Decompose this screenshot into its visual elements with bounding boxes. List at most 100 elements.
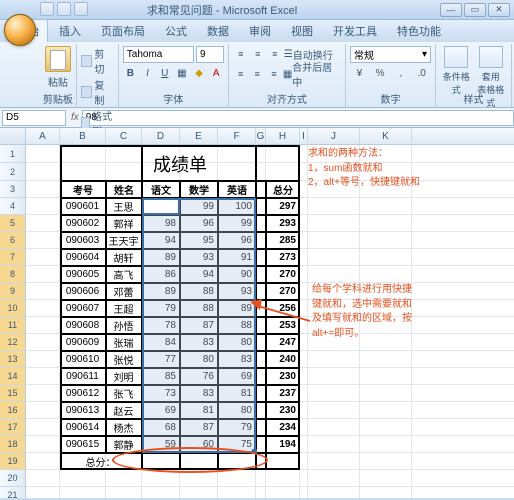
name-box[interactable]: D5 xyxy=(2,110,66,126)
table-cell[interactable]: 285 xyxy=(266,232,300,249)
table-cell[interactable]: 96 xyxy=(180,215,218,232)
font-color-button[interactable]: A xyxy=(209,65,224,81)
table-cell[interactable]: 090603 xyxy=(60,232,106,249)
number-format-select[interactable]: 常规▾ xyxy=(350,46,431,63)
row-header[interactable]: 19 xyxy=(0,453,25,470)
row-header[interactable]: 11 xyxy=(0,317,25,334)
tab-1[interactable]: 插入 xyxy=(50,19,90,42)
table-cell[interactable]: 297 xyxy=(266,198,300,215)
row-header[interactable]: 2 xyxy=(0,163,25,181)
table-cell[interactable]: 090608 xyxy=(60,317,106,334)
table-cell[interactable]: 张瑞 xyxy=(106,334,142,351)
tab-5[interactable]: 审阅 xyxy=(240,19,280,42)
inc-dec-icon[interactable]: .0 xyxy=(412,65,431,81)
table-cell[interactable]: 96 xyxy=(218,232,256,249)
qat-save-icon[interactable] xyxy=(40,2,54,16)
table-cell[interactable] xyxy=(256,317,266,334)
table-cell[interactable]: 郭静 xyxy=(106,436,142,453)
tab-3[interactable]: 公式 xyxy=(156,19,196,42)
align-right-icon[interactable]: ≡ xyxy=(266,66,282,82)
table-cell[interactable]: 240 xyxy=(266,351,300,368)
table-cell[interactable]: 253 xyxy=(266,317,300,334)
table-cell[interactable]: 194 xyxy=(266,436,300,453)
table-cell[interactable]: 89 xyxy=(218,300,256,317)
table-cell[interactable]: 273 xyxy=(266,249,300,266)
table-cell[interactable]: 84 xyxy=(142,334,180,351)
row-header[interactable]: 17 xyxy=(0,419,25,436)
table-cell[interactable]: 79 xyxy=(142,300,180,317)
table-cell[interactable]: 090613 xyxy=(60,402,106,419)
qat-undo-icon[interactable] xyxy=(57,2,71,16)
row-header[interactable]: 12 xyxy=(0,334,25,351)
merge-center-button[interactable]: ▦ 合并后居中 xyxy=(283,66,341,82)
table-cell[interactable]: 60 xyxy=(180,436,218,453)
table-cell[interactable]: 91 xyxy=(218,249,256,266)
table-cell[interactable] xyxy=(256,215,266,232)
tab-8[interactable]: 特色功能 xyxy=(388,19,450,42)
table-cell[interactable] xyxy=(256,419,266,436)
table-cell[interactable]: 230 xyxy=(266,402,300,419)
office-orb[interactable] xyxy=(4,14,36,46)
cut-button[interactable]: 剪切 xyxy=(81,46,114,76)
table-cell[interactable]: 80 xyxy=(218,402,256,419)
table-cell[interactable] xyxy=(256,249,266,266)
table-cell[interactable]: 90 xyxy=(218,266,256,283)
maximize-button[interactable]: ▭ xyxy=(464,3,486,17)
table-cell[interactable] xyxy=(256,300,266,317)
border-button[interactable]: ▦ xyxy=(174,65,189,81)
align-bot-icon[interactable]: ≡ xyxy=(267,46,283,62)
row-header[interactable]: 7 xyxy=(0,249,25,266)
font-size-select[interactable]: 9 xyxy=(196,46,224,63)
table-cell[interactable]: 88 xyxy=(218,317,256,334)
row-header[interactable]: 18 xyxy=(0,436,25,453)
fx-icon[interactable]: fx xyxy=(71,112,79,123)
table-cell[interactable]: 090606 xyxy=(60,283,106,300)
table-cell[interactable]: 93 xyxy=(218,283,256,300)
tab-6[interactable]: 视图 xyxy=(282,19,322,42)
table-cell[interactable] xyxy=(256,351,266,368)
table-cell[interactable]: 090607 xyxy=(60,300,106,317)
qat-redo-icon[interactable] xyxy=(74,2,88,16)
table-cell[interactable]: 59 xyxy=(142,436,180,453)
table-cell[interactable]: 100 xyxy=(218,198,256,215)
minimize-button[interactable]: — xyxy=(440,3,462,17)
table-cell[interactable]: 95 xyxy=(180,232,218,249)
table-cell[interactable]: 247 xyxy=(266,334,300,351)
col-header[interactable]: G xyxy=(256,128,266,144)
table-cell[interactable]: 090601 xyxy=(60,198,106,215)
col-header[interactable]: B xyxy=(60,128,106,144)
col-header[interactable]: J xyxy=(308,128,360,144)
col-header[interactable]: H xyxy=(266,128,300,144)
table-cell[interactable]: 256 xyxy=(266,300,300,317)
table-cell[interactable]: 270 xyxy=(266,266,300,283)
col-header[interactable]: A xyxy=(26,128,60,144)
table-cell[interactable] xyxy=(256,368,266,385)
col-header[interactable]: D xyxy=(142,128,180,144)
table-cell[interactable]: 87 xyxy=(180,419,218,436)
table-cell[interactable]: 郭祥 xyxy=(106,215,142,232)
table-cell[interactable] xyxy=(256,283,266,300)
table-cell[interactable]: 94 xyxy=(142,232,180,249)
row-header[interactable]: 13 xyxy=(0,351,25,368)
font-name-select[interactable]: Tahoma xyxy=(123,46,194,63)
percent-icon[interactable]: % xyxy=(371,65,390,81)
row-header[interactable]: 21 xyxy=(0,487,25,498)
row-header[interactable]: 16 xyxy=(0,402,25,419)
table-cell[interactable]: 张飞 xyxy=(106,385,142,402)
row-header[interactable]: 8 xyxy=(0,266,25,283)
table-cell[interactable]: 090602 xyxy=(60,215,106,232)
tab-2[interactable]: 页面布局 xyxy=(92,19,154,42)
table-cell[interactable]: 80 xyxy=(180,351,218,368)
table-cell[interactable]: 89 xyxy=(142,283,180,300)
table-cell[interactable]: 王超 xyxy=(106,300,142,317)
table-cell[interactable] xyxy=(256,198,266,215)
align-center-icon[interactable]: ≡ xyxy=(249,66,265,82)
table-cell[interactable]: 94 xyxy=(180,266,218,283)
table-cell[interactable]: 293 xyxy=(266,215,300,232)
col-header[interactable]: F xyxy=(218,128,256,144)
table-cell[interactable]: 87 xyxy=(180,317,218,334)
select-all-button[interactable] xyxy=(0,128,26,144)
row-header[interactable]: 14 xyxy=(0,368,25,385)
align-top-icon[interactable]: ≡ xyxy=(233,46,249,62)
table-cell[interactable] xyxy=(256,334,266,351)
